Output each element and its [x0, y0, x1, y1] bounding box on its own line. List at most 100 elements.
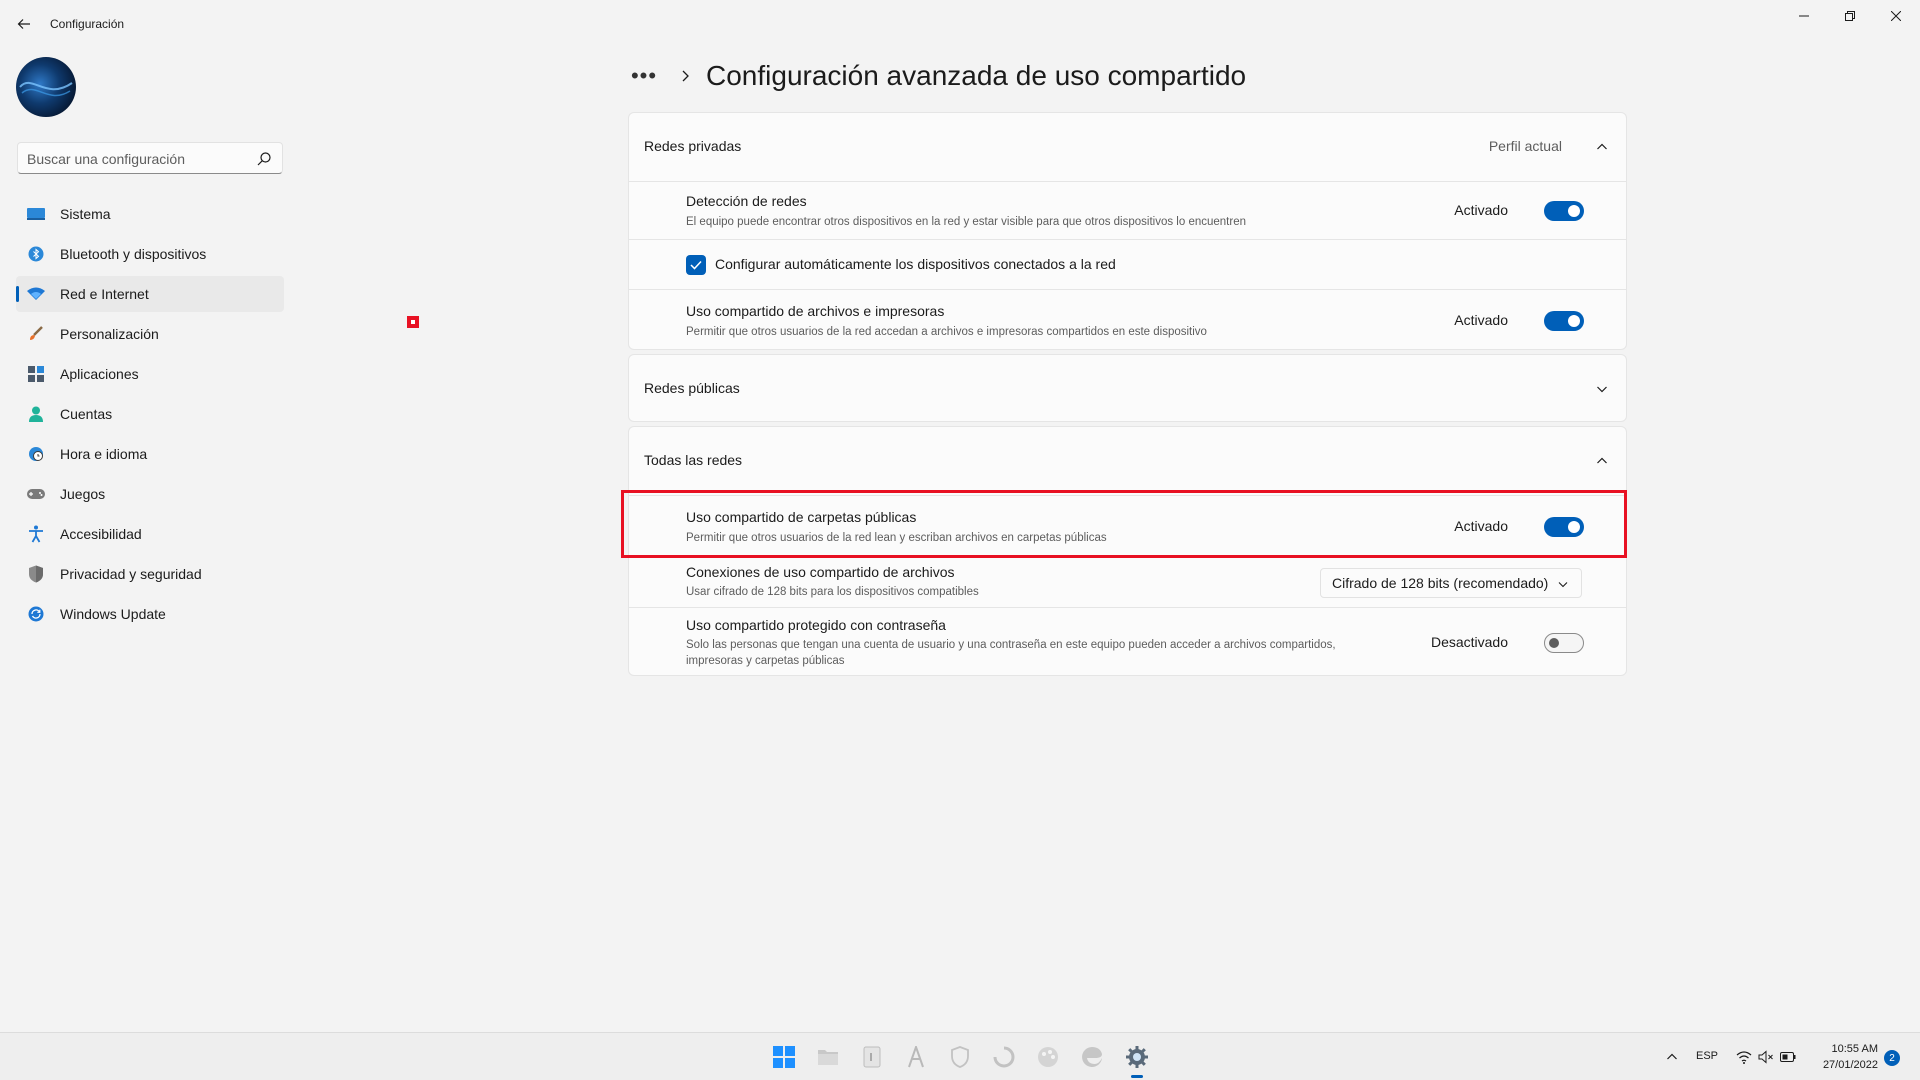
brush-icon — [27, 325, 45, 343]
sidebar-item-sistema[interactable]: Sistema — [16, 196, 284, 232]
file-printer-state: Activado — [1454, 312, 1508, 328]
chevron-down-icon — [1597, 386, 1607, 393]
collapse-button[interactable] — [1592, 451, 1612, 471]
cortana-icon[interactable] — [992, 1045, 1016, 1069]
settings-search-box[interactable] — [17, 142, 283, 174]
globe-clock-icon — [27, 445, 45, 463]
sidebar-item-windows-update[interactable]: Windows Update — [16, 596, 284, 632]
minimize-button[interactable] — [1781, 0, 1827, 32]
app-title: Configuración — [50, 17, 125, 31]
accessibility-icon — [27, 525, 45, 543]
sidebar-item-aplicaciones[interactable]: Aplicaciones — [16, 356, 284, 392]
network-discovery-title: Detección de redes — [686, 193, 807, 209]
taskbar: ESP 10:55 AM 27/01/2022 2 — [0, 1032, 1920, 1080]
password-protected-state: Desactivado — [1430, 634, 1508, 650]
language-indicator[interactable]: ESP — [1696, 1050, 1718, 1062]
current-profile-label: Perfil actual — [1488, 138, 1562, 154]
public-folders-state: Activado — [1454, 518, 1508, 534]
file-connections-desc: Usar cifrado de 128 bits para los dispos… — [686, 586, 979, 598]
password-protected-toggle[interactable] — [1544, 633, 1584, 653]
file-printer-toggle[interactable] — [1544, 311, 1584, 331]
public-folders-toggle[interactable] — [1544, 517, 1584, 537]
sidebar-item-personalizacion[interactable]: Personalización — [16, 316, 284, 352]
search-input[interactable] — [27, 149, 247, 169]
expand-button[interactable] — [1592, 379, 1612, 399]
red-marker — [407, 316, 419, 328]
paint-icon[interactable] — [1036, 1045, 1060, 1069]
public-folders-desc: Permitir que otros usuarios de la red le… — [686, 532, 1107, 544]
chevron-up-icon — [1597, 457, 1607, 464]
checkmark-icon — [690, 260, 702, 270]
user-avatar[interactable] — [16, 57, 76, 117]
system-icon — [27, 205, 45, 223]
public-networks-header[interactable]: Redes públicas — [629, 355, 1626, 423]
auto-config-label[interactable]: Configurar automáticamente los dispositi… — [715, 256, 1116, 272]
network-discovery-row: Detección de redes El equipo puede encon… — [629, 181, 1626, 239]
password-protected-title: Uso compartido protegido con contraseña — [686, 617, 946, 633]
wifi-status-icon[interactable] — [1732, 1045, 1756, 1069]
clock-date: 27/01/2022 — [1822, 1059, 1878, 1071]
sidebar-nav: Sistema Bluetooth y dispositivos Red e I… — [16, 196, 284, 636]
file-connections-row: Conexiones de uso compartido de archivos… — [629, 555, 1626, 607]
sidebar-item-privacidad[interactable]: Privacidad y seguridad — [16, 556, 284, 592]
close-button[interactable] — [1873, 0, 1919, 32]
collapse-button[interactable] — [1592, 137, 1612, 157]
gamepad-icon — [27, 485, 45, 503]
search-icon[interactable] — [256, 151, 272, 167]
network-discovery-toggle[interactable] — [1544, 201, 1584, 221]
encryption-dropdown[interactable]: Cifrado de 128 bits (recomendado) — [1320, 568, 1582, 598]
close-icon — [1891, 11, 1901, 21]
title-bar: Configuración — [0, 0, 1920, 48]
sidebar-item-label: Bluetooth y dispositivos — [60, 246, 207, 262]
sidebar-item-red-e-internet[interactable]: Red e Internet — [16, 276, 284, 312]
sidebar-item-cuentas[interactable]: Cuentas — [16, 396, 284, 432]
all-networks-card: Todas las redes Uso compartido de carpet… — [628, 426, 1627, 676]
sidebar-item-label: Juegos — [60, 486, 106, 502]
chevron-up-icon — [1597, 143, 1607, 150]
sidebar-item-label: Sistema — [60, 206, 111, 222]
password-protected-row: Uso compartido protegido con contraseña … — [629, 607, 1626, 677]
auto-config-row: Configurar automáticamente los dispositi… — [629, 239, 1626, 289]
all-networks-title: Todas las redes — [644, 452, 743, 468]
edge-icon[interactable] — [1080, 1045, 1104, 1069]
back-arrow-icon — [17, 19, 30, 29]
shield-icon — [27, 565, 45, 583]
sidebar-item-hora-e-idioma[interactable]: Hora e idioma — [16, 436, 284, 472]
file-explorer-icon[interactable] — [816, 1045, 840, 1069]
minimize-icon — [1799, 15, 1809, 17]
font-app-icon[interactable] — [904, 1045, 928, 1069]
apps-icon — [27, 365, 45, 383]
page-title: Configuración avanzada de uso compartido — [706, 60, 1247, 91]
public-networks-title: Redes públicas — [644, 380, 740, 396]
network-discovery-desc: El equipo puede encontrar otros disposit… — [686, 216, 1246, 228]
sidebar-item-label: Aplicaciones — [60, 366, 139, 382]
battery-icon[interactable] — [1776, 1045, 1800, 1069]
sidebar-item-juegos[interactable]: Juegos — [16, 476, 284, 512]
chevron-up-icon[interactable] — [1660, 1045, 1684, 1069]
sidebar-item-accesibilidad[interactable]: Accesibilidad — [16, 516, 284, 552]
settings-icon[interactable] — [1125, 1045, 1149, 1069]
public-networks-card: Redes públicas — [628, 354, 1627, 422]
private-networks-header[interactable]: Redes privadas Perfil actual — [629, 113, 1626, 181]
breadcrumb-more-button[interactable]: ••• — [628, 65, 660, 87]
sidebar-item-label: Cuentas — [60, 406, 113, 422]
volume-muted-icon[interactable] — [1754, 1045, 1778, 1069]
notification-badge[interactable]: 2 — [1884, 1050, 1900, 1066]
windows-start-icon[interactable] — [772, 1045, 796, 1069]
avatar-wave-icon — [19, 81, 73, 97]
notepad-icon[interactable] — [860, 1045, 884, 1069]
all-networks-header[interactable]: Todas las redes — [629, 427, 1626, 495]
restore-button[interactable] — [1827, 0, 1873, 32]
sidebar-item-label: Accesibilidad — [60, 526, 142, 542]
network-discovery-state: Activado — [1454, 202, 1508, 218]
bluetooth-icon — [27, 245, 45, 263]
public-folders-row: Uso compartido de carpetas públicas Perm… — [629, 495, 1626, 555]
sidebar-item-bluetooth[interactable]: Bluetooth y dispositivos — [16, 236, 284, 272]
shield-app-icon[interactable] — [948, 1045, 972, 1069]
account-icon — [27, 405, 45, 423]
clock[interactable]: 10:55 AM 27/01/2022 — [1810, 1041, 1878, 1073]
update-icon — [27, 605, 45, 623]
back-button[interactable] — [12, 12, 36, 36]
auto-config-checkbox[interactable] — [686, 255, 706, 275]
chevron-right-icon — [682, 70, 689, 82]
